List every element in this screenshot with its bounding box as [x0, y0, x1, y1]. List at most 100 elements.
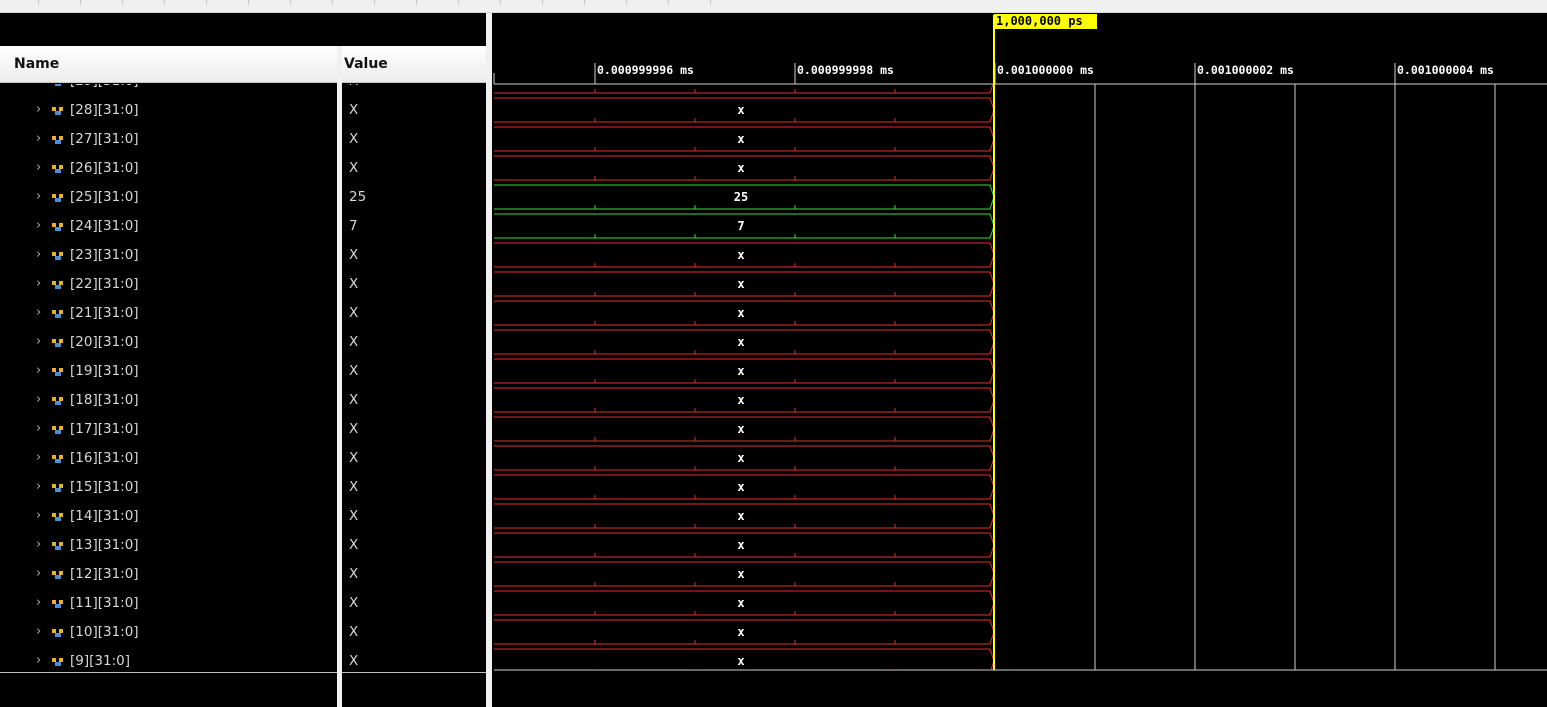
signal-value-row[interactable]: X: [342, 357, 486, 386]
signal-value: X: [349, 479, 359, 495]
chevron-right-icon[interactable]: ›: [36, 84, 46, 88]
signal-value-row[interactable]: X: [342, 125, 486, 154]
signal-name: [14][31:0]: [70, 508, 139, 524]
bus-waveform: x: [494, 358, 995, 384]
bus-signal-icon: [52, 484, 63, 492]
chevron-right-icon[interactable]: ›: [36, 596, 46, 610]
signal-value-row[interactable]: X: [342, 386, 486, 415]
signal-value-row[interactable]: X: [342, 473, 486, 502]
chevron-right-icon[interactable]: ›: [36, 654, 46, 668]
bus-value-label: x: [737, 161, 744, 175]
chevron-right-icon[interactable]: ›: [36, 190, 46, 204]
signal-row[interactable]: › [25][31:0]: [0, 183, 337, 212]
signal-value-row[interactable]: X: [342, 531, 486, 560]
chevron-right-icon[interactable]: ›: [36, 335, 46, 349]
bus-value-label: x: [737, 335, 744, 349]
signal-value-row[interactable]: 25: [342, 183, 486, 212]
signal-value: 25: [349, 189, 367, 205]
signal-row[interactable]: › [10][31:0]: [0, 618, 337, 647]
signal-value: X: [349, 102, 359, 118]
bus-value-label: x: [737, 538, 744, 552]
signal-row[interactable]: › [9][31:0]: [0, 647, 337, 672]
signal-value-row[interactable]: X: [342, 328, 486, 357]
signal-row[interactable]: › [28][31:0]: [0, 96, 337, 125]
chevron-right-icon[interactable]: ›: [36, 567, 46, 581]
bus-value-label: x: [737, 364, 744, 378]
bus-waveform: x: [494, 445, 995, 471]
signal-row[interactable]: › [27][31:0]: [0, 125, 337, 154]
signal-row[interactable]: › [14][31:0]: [0, 502, 337, 531]
toolbar-tick: [584, 0, 585, 5]
toolbar-tick: [38, 0, 39, 5]
signal-value: 7: [349, 218, 358, 234]
bus-signal-icon: [52, 310, 63, 318]
column-header-name[interactable]: Name: [0, 46, 337, 83]
signal-value: X: [349, 421, 359, 437]
signal-row[interactable]: › [26][31:0]: [0, 154, 337, 183]
signal-value-row[interactable]: X: [342, 589, 486, 618]
signal-row[interactable]: › [21][31:0]: [0, 299, 337, 328]
signal-value-row[interactable]: X: [342, 444, 486, 473]
signal-row[interactable]: › [20][31:0]: [0, 328, 337, 357]
signal-row[interactable]: › [24][31:0]: [0, 212, 337, 241]
signal-value-row[interactable]: X: [342, 560, 486, 589]
waveform-canvas[interactable]: 0.000999996 ms 0.000999998 ms 0.001000000 …: [492, 13, 1547, 707]
signal-value-row[interactable]: X: [342, 647, 486, 672]
signal-value: X: [349, 160, 359, 176]
signal-value-row[interactable]: X: [342, 96, 486, 125]
signal-row[interactable]: › [16][31:0]: [0, 444, 337, 473]
chevron-right-icon[interactable]: ›: [36, 364, 46, 378]
chevron-right-icon[interactable]: ›: [36, 422, 46, 436]
chevron-right-icon[interactable]: ›: [36, 451, 46, 465]
cursor-time-label[interactable]: 1,000,000 ps: [994, 14, 1097, 29]
signal-value-row[interactable]: X: [342, 241, 486, 270]
bus-value-label: x: [737, 393, 744, 407]
bus-value-label: x: [737, 596, 744, 610]
signal-value-row[interactable]: X: [342, 415, 486, 444]
signal-name: [12][31:0]: [70, 566, 139, 582]
chevron-right-icon[interactable]: ›: [36, 277, 46, 291]
bus-waveform: x: [494, 155, 995, 181]
signal-row[interactable]: › [11][31:0]: [0, 589, 337, 618]
signal-row[interactable]: › [22][31:0]: [0, 270, 337, 299]
signal-row[interactable]: › [13][31:0]: [0, 531, 337, 560]
toolbar-tick: [626, 0, 627, 5]
signal-name: [24][31:0]: [70, 218, 139, 234]
chevron-right-icon[interactable]: ›: [36, 161, 46, 175]
signal-value-row[interactable]: X: [342, 299, 486, 328]
signal-value-row[interactable]: X: [342, 618, 486, 647]
chevron-right-icon[interactable]: ›: [36, 132, 46, 146]
signal-row[interactable]: › [18][31:0]: [0, 386, 337, 415]
chevron-right-icon[interactable]: ›: [36, 103, 46, 117]
signal-value: X: [349, 334, 359, 350]
waveform-panel[interactable]: 0.000999996 ms 0.000999998 ms 0.001000000 …: [492, 13, 1547, 707]
bus-signal-icon: [52, 571, 63, 579]
signal-name: [10][31:0]: [70, 624, 139, 640]
chevron-right-icon[interactable]: ›: [36, 393, 46, 407]
bus-value-label: x: [737, 422, 744, 436]
bus-value-label: x: [737, 248, 744, 262]
chevron-right-icon[interactable]: ›: [36, 306, 46, 320]
signal-value-row[interactable]: X: [342, 270, 486, 299]
bus-waveform: x: [494, 561, 995, 587]
signal-row[interactable]: › [23][31:0]: [0, 241, 337, 270]
column-header-value[interactable]: Value: [342, 46, 486, 83]
signal-row[interactable]: › [12][31:0]: [0, 560, 337, 589]
signal-row[interactable]: › [15][31:0]: [0, 473, 337, 502]
bus-waveform: x: [494, 97, 995, 123]
signal-row[interactable]: › [17][31:0]: [0, 415, 337, 444]
signal-value-row[interactable]: 7: [342, 212, 486, 241]
chevron-right-icon[interactable]: ›: [36, 480, 46, 494]
signal-row[interactable]: › [19][31:0]: [0, 357, 337, 386]
signal-value-row[interactable]: X: [342, 502, 486, 531]
bus-signal-icon: [52, 194, 63, 202]
bus-signal-icon: [55, 84, 61, 86]
chevron-right-icon[interactable]: ›: [36, 219, 46, 233]
chevron-right-icon[interactable]: ›: [36, 538, 46, 552]
signal-row[interactable]: › [29][31:0]: [0, 84, 337, 96]
chevron-right-icon[interactable]: ›: [36, 509, 46, 523]
chevron-right-icon[interactable]: ›: [36, 625, 46, 639]
signal-value-row[interactable]: X: [342, 84, 486, 96]
chevron-right-icon[interactable]: ›: [36, 248, 46, 262]
signal-value-row[interactable]: X: [342, 154, 486, 183]
